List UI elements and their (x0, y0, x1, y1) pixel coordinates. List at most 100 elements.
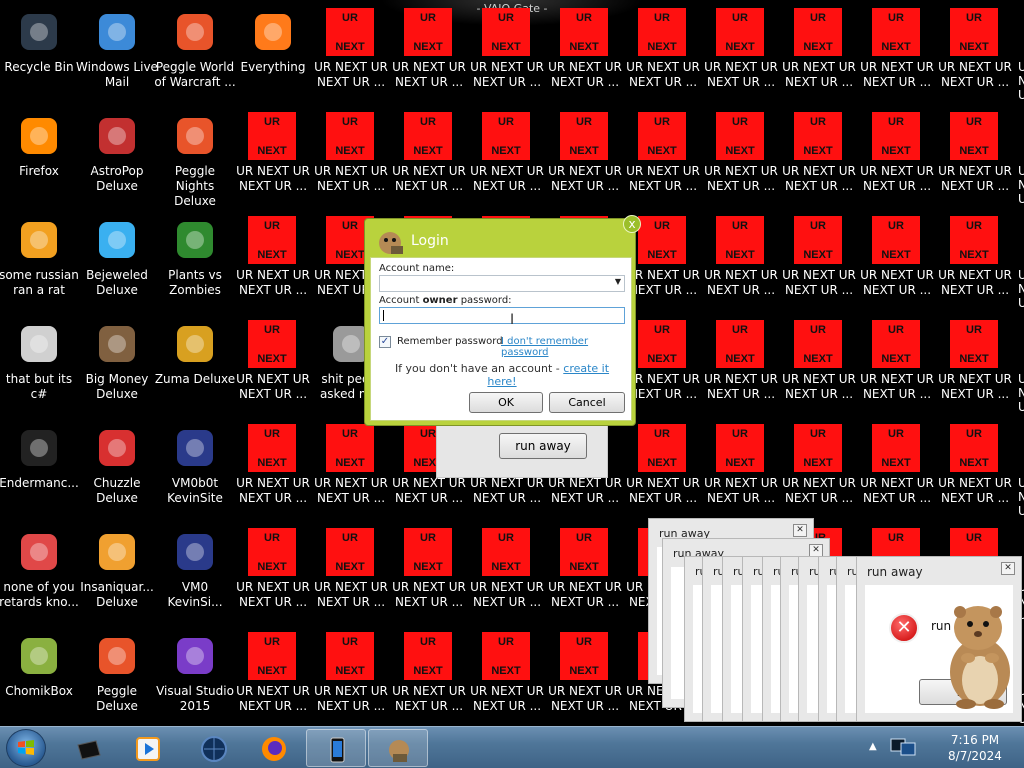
ur-next-icon-tile[interactable]: UR NEXT UR NEXT UR NEXT UR ... (936, 210, 1014, 314)
cancel-button[interactable]: Cancel (549, 392, 625, 413)
ur-next-icon-tile[interactable]: UR NEXT UR NEXT UR NEXT UR ... (390, 2, 468, 106)
ur-next-icon-tile[interactable]: UR NEXT UR NEXT UR NEXT UR ... (780, 418, 858, 522)
ur-next-icon-tile[interactable]: UR NEXT UR NEXT UR NEXT UR ... (936, 418, 1014, 522)
desktop-icon[interactable]: Recycle Bin (0, 2, 78, 106)
taskbar-browser[interactable] (184, 729, 244, 767)
taskbar-chomikbox[interactable] (368, 729, 428, 767)
close-icon[interactable]: ✕ (1001, 562, 1015, 575)
ur-next-icon-tile[interactable]: UR NEXT UR NEXT UR NEXT UR ... (312, 522, 390, 626)
ur-next-icon-tile[interactable]: UR NEXT UR NEXT UR NEXT UR ... (702, 418, 780, 522)
ur-next-icon-tile[interactable]: UR NEXT UR NEXT UR NEXT UR ... (312, 418, 390, 522)
desktop-icon[interactable]: Bejeweled Deluxe (78, 210, 156, 314)
desktop-icon[interactable]: Big Money Deluxe (78, 314, 156, 418)
desktop-icon[interactable]: Zuma Deluxe (155, 314, 235, 418)
clock-date[interactable]: 8/7/2024 (942, 749, 1008, 763)
desktop-icon[interactable]: VM0b0t KevinSite (156, 418, 234, 522)
network-icon[interactable] (888, 735, 920, 761)
ur-next-icon-tile[interactable]: UR NEXT UR NEXT UR NEXT UR ... (312, 626, 390, 730)
ur-next-icon-tile[interactable]: UR NEXT UR NEXT UR NEXT UR ... (936, 314, 1014, 418)
desktop-icon[interactable]: none of you retards kno... (0, 522, 79, 626)
ur-next-icon-tile[interactable]: UR NEXT UR NEXT UR NEXT UR ... (546, 2, 624, 106)
close-icon[interactable]: x (623, 215, 641, 233)
ur-next-icon-tile[interactable]: UR NEXT UR NEXT UR NEXT UR ... (780, 314, 858, 418)
ur-next-icon-tile[interactable]: UR NEXT UR NEXT UR NEXT UR ... (468, 522, 546, 626)
password-field[interactable] (379, 307, 625, 324)
ur-next-icon: UR NEXT (248, 216, 296, 264)
ur-next-icon-tile[interactable]: UR NEXT UR NEXT UR NEXT UR ... (546, 522, 624, 626)
ur-next-icon-tile[interactable]: UR NEXT UR NEXT UR NEXT UR ... (936, 2, 1014, 106)
desktop-icon[interactable]: VM0 KevinSi... (156, 522, 234, 626)
ur-next-icon-tile[interactable]: UR NEXT UR NEXT UR NEXT UR ... (858, 210, 936, 314)
taskbar-firefox[interactable] (244, 729, 304, 767)
ur-next-icon-tile[interactable]: UR NEXT UR NEXT UR NEXT UR ... (858, 2, 936, 106)
ok-button[interactable]: OK (469, 392, 543, 413)
ur-next-icon-tile[interactable]: UR NEXT UR NEXT UR NEXT UR ... (858, 106, 936, 210)
ur-next-icon-tile[interactable]: UR NEXT UR NEXT UR NEXT UR ... (624, 2, 702, 106)
ur-next-icon-tile[interactable]: UR NEXT UR NEXT UR NEXT UR ... (234, 418, 312, 522)
ur-next-icon-tile[interactable]: UR NEXT UR NEXT UR NEXT UR ... (702, 210, 780, 314)
ur-next-icon-tile[interactable]: UR NEXT UR NEXT UR NEXT UR ... (780, 106, 858, 210)
taskbar-phone-app[interactable] (306, 729, 366, 767)
ur-next-icon-tile[interactable]: UR NEXT UR NEXT UR NEXT UR ... (468, 626, 546, 730)
ur-next-icon-tile[interactable]: UR NEXT UR NEXT UR NEXT UR ... (780, 2, 858, 106)
ur-next-icon-tile[interactable]: UR NEXT UR NEXT UR NEXT UR ... (234, 626, 312, 730)
desktop-icon[interactable]: Firefox (0, 106, 78, 210)
ur-next-icon-tile[interactable]: UR NEXT UR NEXT UR NEXT UR ... (780, 210, 858, 314)
ur-next-icon-tile[interactable]: UR NEXT UR NEXT UR NEXT UR ... (858, 314, 936, 418)
mail-icon (93, 8, 141, 56)
ur-next-icon-tile[interactable]: UR NEXT UR NEXT UR NEXT UR ... (702, 106, 780, 210)
peggle-icon (93, 632, 141, 680)
desktop-icon[interactable]: ChomikBox (0, 626, 78, 730)
tray-expand-icon[interactable]: ▲ (869, 741, 877, 752)
taskbar-vaio-gate[interactable] (58, 729, 118, 767)
ur-next-icon-tile[interactable]: UR NEXT UR NEXT UR NEXT UR ... (234, 522, 312, 626)
ur-next-icon-tile[interactable]: UR NEXT UR NEXT UR NEXT UR ... (702, 2, 780, 106)
desktop-icon[interactable]: Peggle Nights Deluxe (156, 106, 234, 210)
taskbar-media-player[interactable] (118, 729, 178, 767)
desktop-icon[interactable]: AstroPop Deluxe (78, 106, 156, 210)
ur-next-icon-tile[interactable]: UR NEXT UR NEXT UR NEXT UR ... (390, 106, 468, 210)
desktop-icon[interactable]: Chuzzle Deluxe (78, 418, 156, 522)
desktop-icon[interactable]: Endermanc... (0, 418, 79, 522)
desktop-icon[interactable]: Peggle Deluxe (78, 626, 156, 730)
desktop-icon[interactable]: Windows Live Mail (76, 2, 158, 106)
desktop-icon[interactable]: Insaniquar... Deluxe (78, 522, 156, 626)
clock-time[interactable]: 7:16 PM (942, 733, 1008, 747)
start-button[interactable] (6, 729, 46, 767)
remember-checkbox[interactable]: ✓ (379, 336, 391, 348)
ur-next-icon-tile[interactable]: UR NEXT UR NEXT UR NEXT UR ... (858, 418, 936, 522)
desktop-icon-label: UR NEXT UR NEXT UR ... (782, 268, 856, 297)
ur-next-icon-tile[interactable]: UR NEXT UR NEXT UR NEXT UR ... (234, 314, 312, 418)
ur-next-icon-tile[interactable]: UR NEXT UR NEXT UR NEXT UR ... (390, 522, 468, 626)
ur-tile-bottom-text: NEXT (491, 665, 521, 677)
ur-next-icon-tile[interactable]: UR NEXT UR NEXT UR NEXT UR ... (234, 106, 312, 210)
run-away-button[interactable]: run away (499, 433, 587, 459)
ur-tile-bottom-text: NEXT (491, 145, 521, 157)
forgot-password-link[interactable]: I don't remember password (501, 336, 631, 358)
ur-next-icon-tile[interactable]: UR NEXT UR NEXT UR NEXT UR ... (546, 106, 624, 210)
desktop-icon-label: Peggle Nights Deluxe (174, 164, 216, 208)
ur-next-icon-tile[interactable]: UR NEXT UR NEXT UR NEXT UR ... (936, 106, 1014, 210)
ur-next-icon-tile[interactable]: UR NEXT UR NEXT UR NEXT UR ... (234, 210, 312, 314)
ur-next-icon: UR NEXT (482, 632, 530, 680)
ur-next-icon-tile[interactable]: UR NEXT UR NEXT UR NEXT UR ... (546, 626, 624, 730)
ur-next-icon-tile[interactable]: UR NEXT UR NEXT UR NEXT UR ... (312, 2, 390, 106)
ur-next-icon-tile[interactable]: UR NEXT UR NEXT UR NEXT UR ... (702, 314, 780, 418)
ur-next-icon-tile[interactable]: UR NEXT UR NEXT UR NEXT UR ... (624, 418, 702, 522)
close-icon[interactable]: ✕ (793, 524, 807, 537)
chevron-down-icon[interactable]: ▼ (615, 277, 621, 286)
desktop-icon[interactable]: Plants vs Zombies (156, 210, 234, 314)
ur-next-icon-tile[interactable]: UR NEXT UR NEXT UR NEXT UR ... (468, 2, 546, 106)
desktop-icon[interactable]: some russian ran a rat (0, 210, 79, 314)
desktop-icon[interactable]: Peggle World of Warcraft ... (154, 2, 236, 106)
ur-next-icon-tile[interactable]: UR NEXT UR NEXT UR NEXT UR ... (390, 626, 468, 730)
ur-next-icon-tile[interactable]: UR NEXT UR NEXT UR NEXT UR ... (312, 106, 390, 210)
desktop-icon[interactable]: Everything (234, 2, 312, 106)
windows-logo-icon (18, 740, 34, 755)
ur-next-icon-tile[interactable]: UR NEXT UR NEXT UR NEXT UR ... (468, 106, 546, 210)
desktop-icon[interactable]: Visual Studio 2015 (156, 626, 234, 730)
desktop-icon[interactable]: that but its c# (0, 314, 78, 418)
ur-next-icon-tile[interactable]: UR NEXT UR NEXT UR NEXT UR ... (624, 106, 702, 210)
desktop-icon-label: UR NEXT UR NEXT UR ... (626, 164, 700, 193)
account-name-field[interactable]: ▼ (379, 275, 625, 292)
